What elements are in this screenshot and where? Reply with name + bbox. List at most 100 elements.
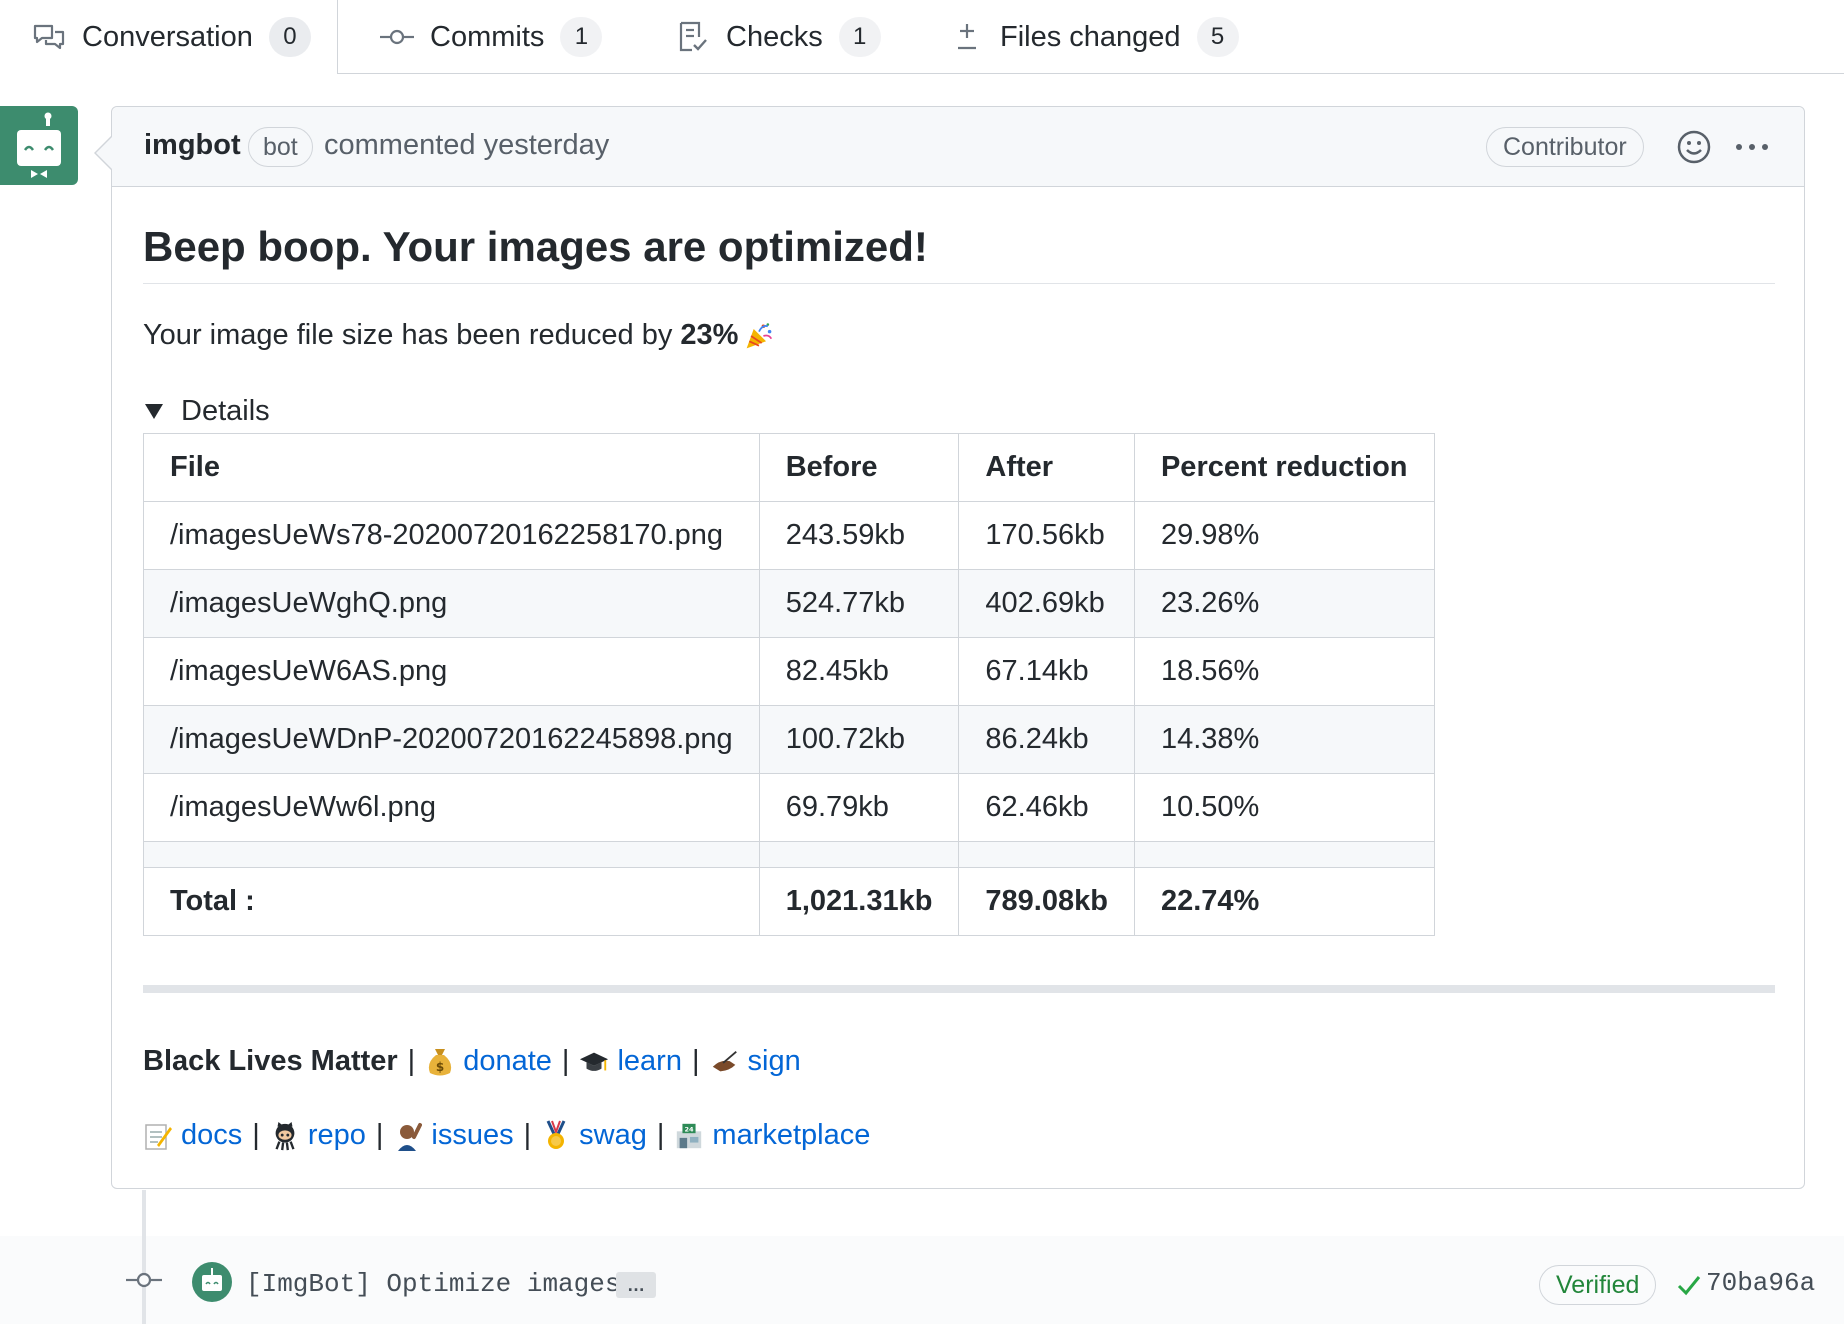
separator: | <box>375 1119 384 1151</box>
cell-after: 170.56kb <box>958 501 1135 570</box>
tab-commits[interactable]: Commits 1 <box>380 0 603 74</box>
cell-before: 524.77kb <box>758 569 960 638</box>
donate-link[interactable]: donate <box>463 1045 552 1078</box>
col-header-before: Before <box>758 433 960 502</box>
summary-line: Your image file size has been reduced by… <box>143 319 782 352</box>
separator: | <box>691 1045 700 1077</box>
col-header-percent: Percent reduction <box>1133 433 1435 502</box>
cell-after: 402.69kb <box>958 569 1135 638</box>
checklist-icon <box>676 20 710 54</box>
comment-header: imgbot bot commented yesterday Contribut… <box>112 107 1804 187</box>
cell-before: 100.72kb <box>758 705 960 774</box>
graduation-cap-icon <box>579 1047 609 1077</box>
tab-conversation[interactable]: Conversation 0 <box>0 0 338 74</box>
robot-icon <box>202 1268 222 1291</box>
triangle-down-icon <box>145 404 163 419</box>
svg-text:$: $ <box>436 1060 444 1074</box>
imgbot-links-line: docs | repo | issues | swag | 24 marketp… <box>143 1119 870 1152</box>
verified-badge[interactable]: Verified <box>1539 1265 1657 1305</box>
cell-percent: 29.98% <box>1133 501 1435 570</box>
col-header-file: File <box>143 433 760 502</box>
learn-link[interactable]: learn <box>617 1045 682 1078</box>
summary-text: Your image file size has been reduced by <box>143 319 673 351</box>
cell-before: 82.45kb <box>758 637 960 706</box>
commit-expand-button[interactable]: … <box>616 1272 656 1298</box>
timeline-line <box>142 1190 146 1324</box>
cell-after: 67.14kb <box>958 637 1135 706</box>
repo-link[interactable]: repo <box>308 1119 366 1152</box>
cell-before: 69.79kb <box>758 773 960 842</box>
svg-text:24: 24 <box>685 1125 695 1133</box>
heading-underline <box>143 283 1775 284</box>
separator: | <box>656 1119 665 1151</box>
cell-file: /imagesUeW6AS.png <box>143 637 760 706</box>
pr-tab-bar: Conversation 0 Commits 1 Checks 1 Files … <box>0 0 1844 74</box>
cell-percent: 10.50% <box>1133 773 1435 842</box>
tab-checks-count: 1 <box>838 17 881 57</box>
comment-pointer-fill <box>96 136 113 170</box>
separator: | <box>407 1045 416 1077</box>
check-icon[interactable] <box>1676 1272 1702 1298</box>
commit-node-icon <box>126 1271 162 1289</box>
sign-link[interactable]: sign <box>748 1045 801 1078</box>
kebab-menu-icon[interactable] <box>1732 129 1772 165</box>
imgbot-avatar[interactable] <box>0 106 78 185</box>
tab-checks-label: Checks <box>726 20 823 53</box>
money-bag-icon: $ <box>425 1047 455 1077</box>
commit-message[interactable]: [ImgBot] Optimize images <box>246 1269 620 1299</box>
cell-total-before: 1,021.31kb <box>758 867 960 936</box>
cell-total-percent: 22.74% <box>1133 867 1435 936</box>
separator: | <box>561 1045 570 1077</box>
tab-files-changed-count: 5 <box>1196 17 1239 57</box>
add-reaction-icon[interactable] <box>1676 129 1712 165</box>
cell-file: /imagesUeWDnP-20200720162245898.png <box>143 705 760 774</box>
col-header-after: After <box>958 433 1135 502</box>
cell-percent: 18.56% <box>1133 637 1435 706</box>
memo-icon <box>143 1121 173 1151</box>
cell-percent: 23.26% <box>1133 569 1435 638</box>
table-total-row: Total : 1,021.31kb 789.08kb 22.74% <box>143 867 1435 936</box>
comment-timestamp[interactable]: commented yesterday <box>324 129 609 162</box>
docs-link[interactable]: docs <box>181 1119 242 1152</box>
tab-conversation-count: 0 <box>268 17 311 57</box>
table-spacer-row <box>143 841 1435 868</box>
table-row: /imagesUeWs78-20200720162258170.png 243.… <box>143 501 1435 570</box>
details-label: Details <box>181 395 270 427</box>
tab-commits-count: 1 <box>560 17 603 57</box>
marketplace-link[interactable]: marketplace <box>712 1119 870 1152</box>
swag-link[interactable]: swag <box>579 1119 647 1152</box>
issues-link[interactable]: issues <box>431 1119 513 1152</box>
convenience-store-icon: 24 <box>674 1121 704 1151</box>
commit-sha[interactable]: 70ba96a <box>1706 1268 1815 1298</box>
comment-author[interactable]: imgbot <box>144 129 241 162</box>
comment-heading: Beep boop. Your images are optimized! <box>143 223 928 270</box>
separator: | <box>523 1119 532 1151</box>
contributor-badge: Contributor <box>1486 127 1644 167</box>
diff-icon <box>950 20 984 54</box>
tab-files-changed[interactable]: Files changed 5 <box>950 0 1239 74</box>
writing-hand-icon <box>710 1047 740 1077</box>
commit-icon <box>380 20 414 54</box>
tab-checks[interactable]: Checks 1 <box>676 0 881 74</box>
summary-percent: 23% <box>680 319 739 351</box>
tab-files-changed-label: Files changed <box>1000 20 1181 53</box>
cell-file: /imagesUeWs78-20200720162258170.png <box>143 501 760 570</box>
cell-total-after: 789.08kb <box>958 867 1135 936</box>
person-raising-hand-icon <box>393 1121 423 1151</box>
details-toggle[interactable]: Details <box>143 395 270 428</box>
medal-icon <box>541 1119 571 1151</box>
table-row: /imagesUeWghQ.png 524.77kb 402.69kb 23.2… <box>143 569 1435 638</box>
cell-before: 243.59kb <box>758 501 960 570</box>
tab-conversation-label: Conversation <box>82 20 253 53</box>
table-row: /imagesUeWw6l.png 69.79kb 62.46kb 10.50% <box>143 773 1435 842</box>
comment-box: imgbot bot commented yesterday Contribut… <box>94 106 1805 1189</box>
party-popper-icon <box>744 321 774 351</box>
separator: | <box>252 1119 260 1151</box>
commit-author-avatar[interactable] <box>192 1262 232 1302</box>
cell-total-label: Total : <box>143 867 760 936</box>
cell-percent: 14.38% <box>1133 705 1435 774</box>
robot-icon <box>17 112 61 178</box>
bot-badge: bot <box>248 127 313 167</box>
conversation-icon <box>32 20 66 54</box>
table-header-row: File Before After Percent reduction <box>143 433 1435 502</box>
